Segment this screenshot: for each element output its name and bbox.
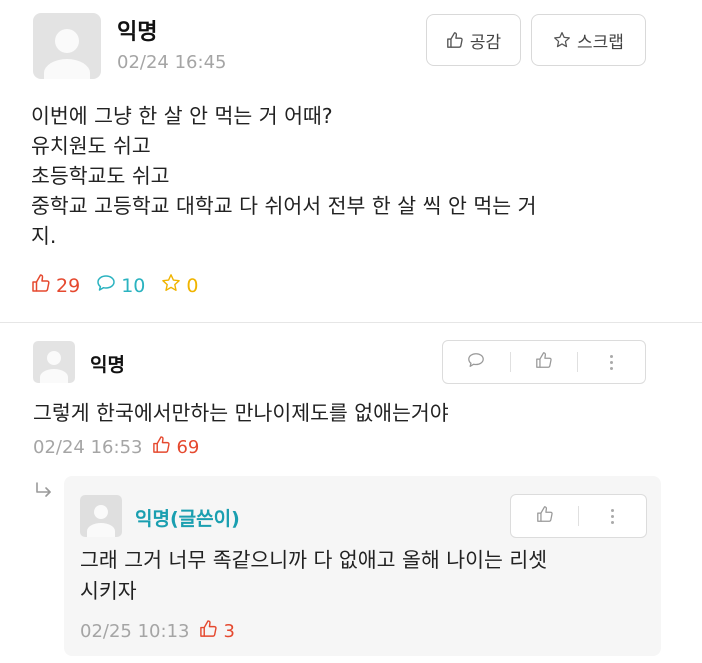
comment-meta: 02/24 16:53 69: [33, 435, 199, 459]
reply-meta: 02/25 10:13 3: [80, 619, 235, 643]
reply-author-name: 익명(글쓴이): [135, 508, 240, 530]
post-body-line: 초등학교도 쉬고: [31, 164, 170, 188]
reply-text-line: 시키자: [80, 579, 137, 603]
comment-author-avatar: [33, 341, 75, 383]
post-comment-count-value: 10: [121, 274, 146, 297]
speech-bubble-icon: [96, 273, 116, 298]
reply-like-button[interactable]: [511, 495, 578, 537]
reply-timestamp: 02/25 10:13: [80, 620, 190, 642]
comment-like-button[interactable]: [511, 341, 578, 383]
post-like-count-value: 29: [56, 274, 81, 297]
thumbs-up-icon: [199, 619, 218, 643]
reply-actions: [510, 494, 647, 538]
comment-text: 그렇게 한국에서만하는 만나이제도를 없애는거야: [33, 401, 449, 425]
divider: [0, 322, 702, 323]
star-icon: [161, 273, 181, 298]
comment-timestamp: 02/24 16:53: [33, 436, 143, 458]
empathy-button-label: 공감: [469, 32, 502, 53]
reply-arrow-icon: [33, 480, 55, 506]
reply-like-count: 3: [199, 619, 235, 643]
reply-like-count-value: 3: [223, 620, 235, 642]
scrap-button[interactable]: 스크랩: [531, 14, 646, 66]
post-author-avatar: [33, 13, 101, 79]
reply-more-button[interactable]: [579, 495, 646, 537]
comment-more-button[interactable]: [578, 341, 645, 383]
post-stats: 29 10 0: [31, 273, 198, 298]
post-timestamp: 02/24 16:45: [117, 52, 227, 73]
post-body: 이번에 그냥 한 살 안 먹는 거 어때? 유치원도 쉬고 초등학교도 쉬고 중…: [31, 101, 671, 251]
scrap-button-label: 스크랩: [577, 32, 624, 53]
post-body-line: 유치원도 쉬고: [31, 134, 151, 158]
post-like-count: 29: [31, 273, 80, 298]
comment-author-name: 익명: [90, 354, 125, 376]
star-icon: [553, 31, 571, 49]
post-comment-count: 10: [96, 273, 145, 298]
reply-text-line: 그래 그거 너무 족같으니까 다 없애고 올해 나이는 리셋: [80, 548, 548, 572]
vertical-dots-icon: [610, 354, 614, 370]
post-scrap-count-value: 0: [186, 274, 199, 297]
reply-text: 그래 그거 너무 족같으니까 다 없애고 올해 나이는 리셋 시키자: [80, 545, 650, 607]
comment-like-count: 69: [152, 435, 199, 459]
thumbs-up-icon: [31, 273, 51, 298]
thumbs-up-icon: [536, 505, 554, 527]
empathy-button[interactable]: 공감: [426, 14, 521, 66]
vertical-dots-icon: [611, 508, 614, 524]
post-body-line: 이번에 그냥 한 살 안 먹는 거 어때?: [31, 104, 333, 128]
thumbs-up-icon: [535, 351, 553, 373]
thumbs-up-icon: [446, 31, 464, 49]
comment-like-count-value: 69: [176, 436, 200, 458]
comment-reply-button[interactable]: [443, 341, 510, 383]
reply-author-avatar: [80, 495, 122, 537]
post-author-name: 익명: [117, 20, 158, 45]
thumbs-up-icon: [152, 435, 171, 459]
post-body-line: 중학교 고등학교 대학교 다 쉬어서 전부 한 살 씩 안 먹는 거: [31, 194, 537, 218]
post-body-line: 지.: [31, 224, 57, 248]
speech-bubble-icon: [467, 351, 485, 373]
comment-actions: [442, 340, 646, 384]
post-scrap-count: 0: [161, 273, 198, 298]
